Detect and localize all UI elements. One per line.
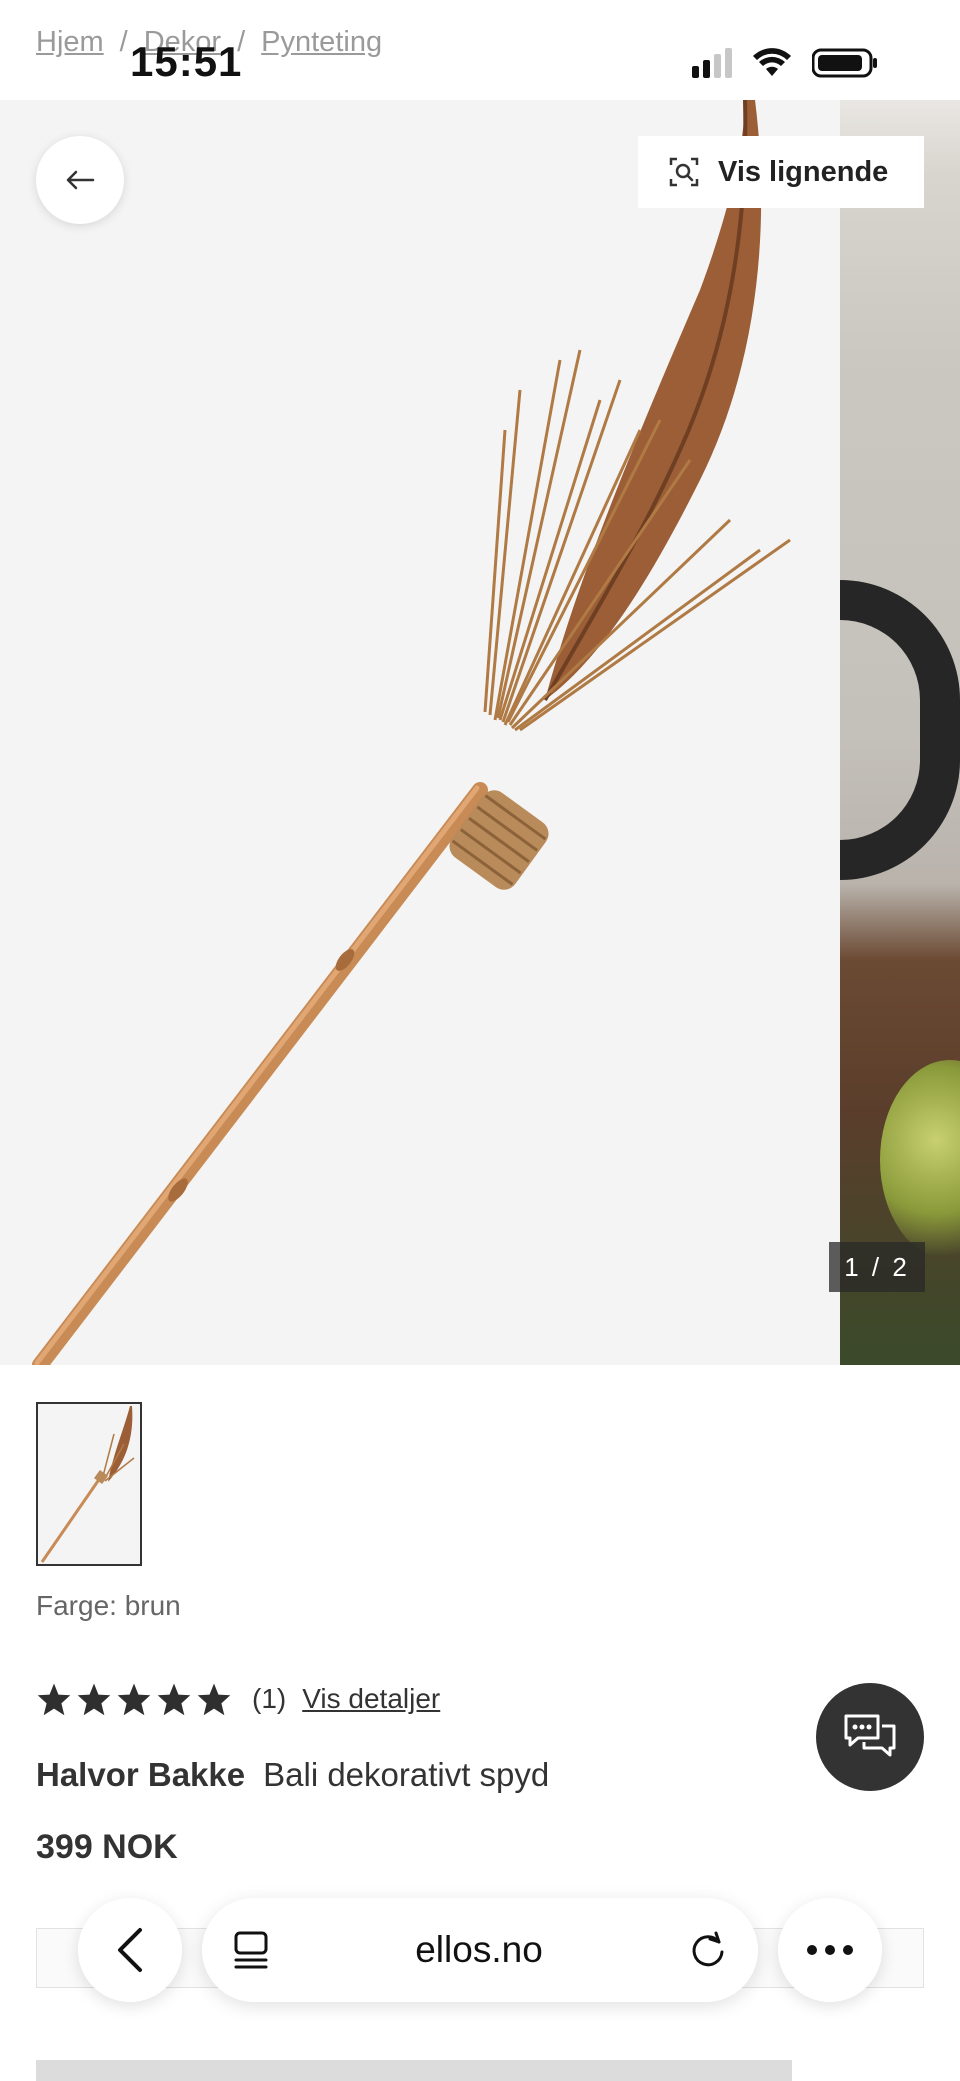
chat-bubbles-icon [844, 1714, 896, 1757]
battery-icon [812, 48, 877, 78]
show-similar-button[interactable]: Vis lignende [638, 136, 924, 208]
show-details-link[interactable]: Vis detaljer [302, 1683, 440, 1715]
product-brand[interactable]: Halvor Bakke [36, 1756, 245, 1794]
preview-decor-shape [840, 580, 960, 880]
show-similar-label: Vis lignende [718, 155, 889, 188]
status-icons [692, 48, 878, 78]
product-image[interactable] [0, 100, 840, 1365]
review-count: (1) [252, 1683, 287, 1714]
product-rating: (1) Vis detaljer [36, 1682, 440, 1716]
breadcrumb-home[interactable]: Hjem [36, 26, 104, 59]
star-icon [37, 1683, 71, 1716]
product-gallery[interactable]: Vis lignende 1 / 2 [0, 100, 960, 1365]
reload-icon[interactable] [688, 1930, 728, 1970]
preview-plant-shape [880, 1060, 960, 1260]
thumbnail-image [40, 1406, 135, 1563]
chevron-left-icon [118, 1928, 142, 1972]
wifi-icon [753, 48, 791, 76]
rating-stars [36, 1682, 232, 1716]
color-label: Farge: brun [36, 1590, 181, 1621]
product-photo-spear [32, 100, 791, 1365]
thumbnail-1[interactable] [36, 1402, 142, 1566]
more-dots-icon [807, 1945, 853, 1955]
visual-search-icon [669, 157, 699, 187]
cellular-signal-icon [692, 48, 732, 78]
next-image-preview[interactable] [840, 100, 960, 1365]
address-bar[interactable]: ellos.no [202, 1898, 758, 2002]
star-icon [197, 1683, 231, 1716]
add-to-cart-bar[interactable] [36, 2060, 792, 2081]
star-icon [157, 1683, 191, 1716]
chat-button[interactable] [816, 1683, 924, 1791]
breadcrumb-pynteting[interactable]: Pynteting [261, 26, 382, 59]
arrow-left-icon [66, 170, 95, 190]
browser-back-button[interactable] [78, 1898, 182, 2002]
product-title: Halvor Bakke Bali dekorativt spyd [36, 1756, 549, 1794]
breadcrumb-separator: / [119, 26, 128, 58]
reader-icon[interactable] [232, 1930, 270, 1970]
top-bar: Hjem / Dekor / Pynteting 15:51 [0, 0, 960, 100]
status-time: 15:51 [130, 38, 243, 85]
star-icon [117, 1683, 151, 1716]
star-icon [77, 1683, 111, 1716]
url-text[interactable]: ellos.no [415, 1929, 543, 1971]
back-button[interactable] [36, 136, 124, 224]
product-name: Bali dekorativt spyd [263, 1756, 550, 1793]
browser-more-button[interactable] [778, 1898, 882, 2002]
image-counter: 1 / 2 [829, 1242, 925, 1292]
product-price: 399 NOK [36, 1828, 178, 1866]
